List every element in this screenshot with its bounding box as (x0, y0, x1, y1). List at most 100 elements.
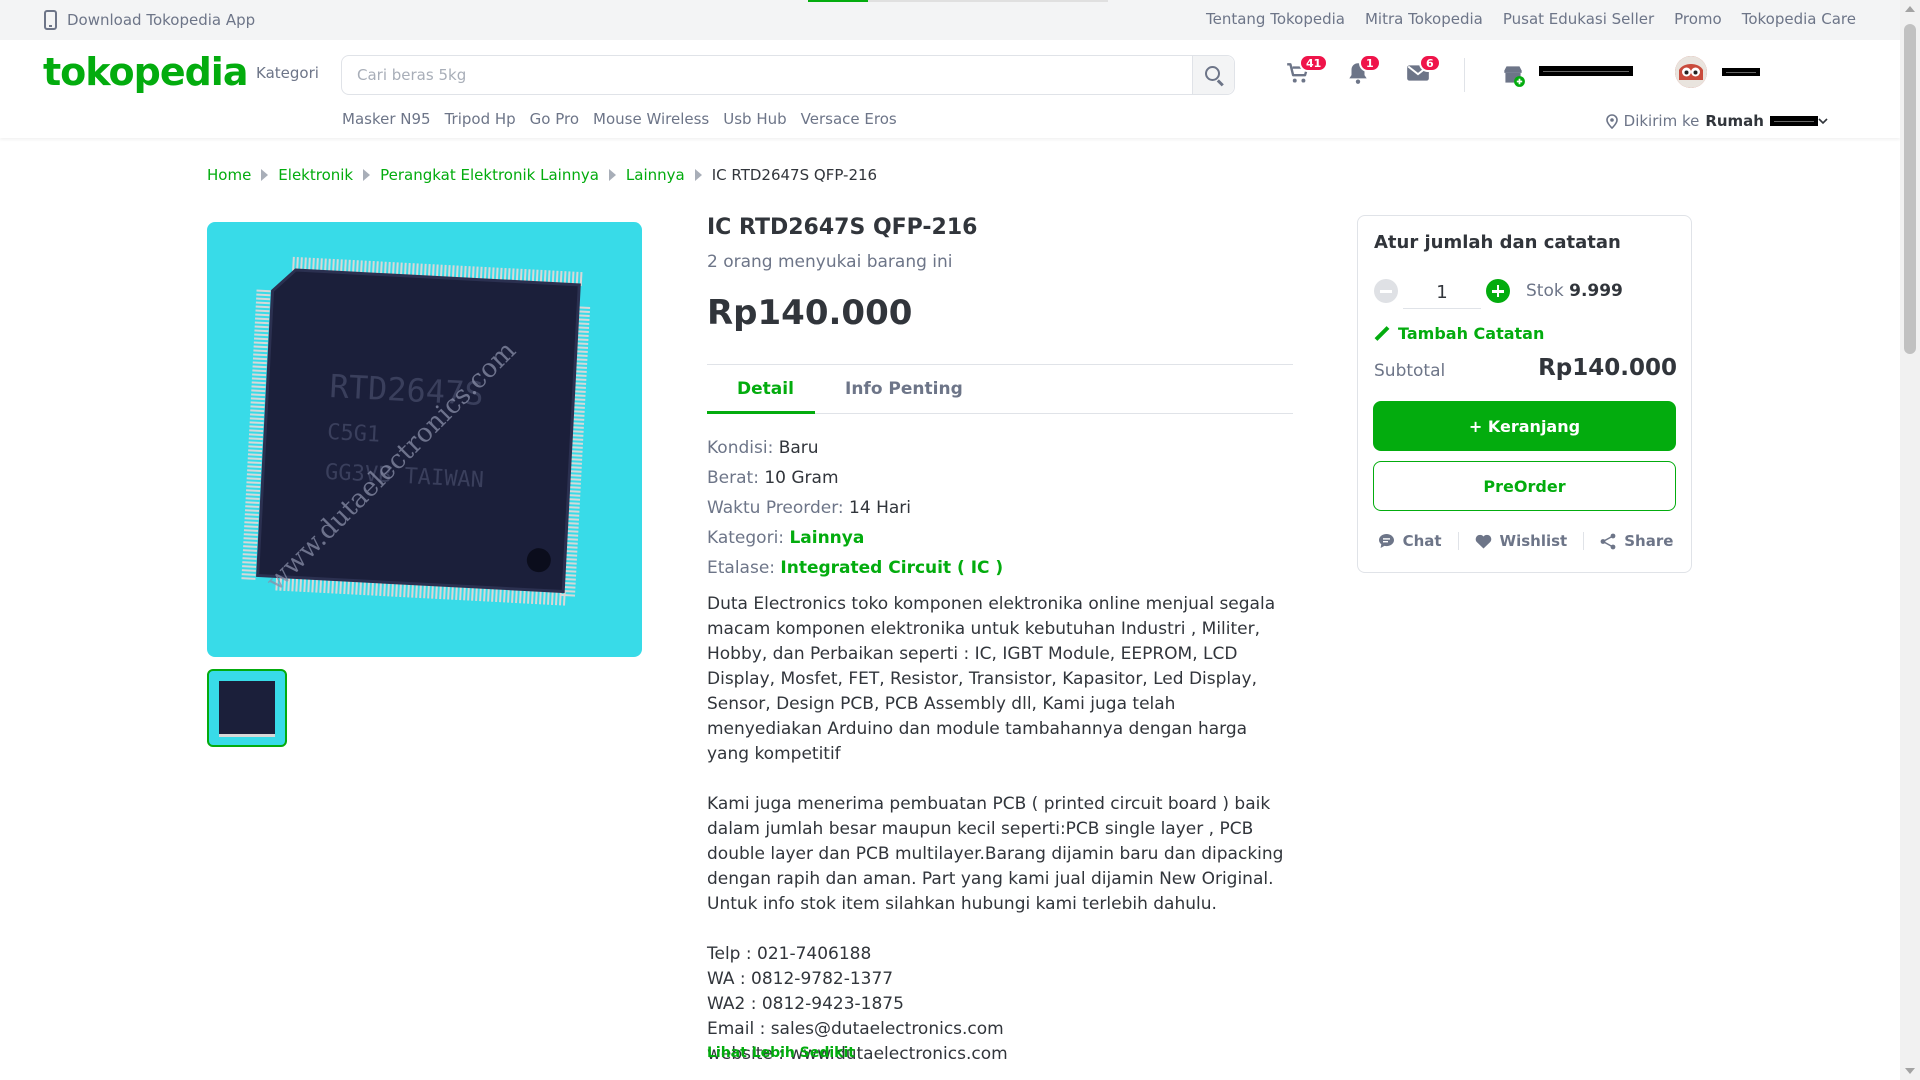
dikirim-label: Dikirim ke (1623, 112, 1700, 130)
preorder-button[interactable]: PreOrder (1373, 461, 1676, 511)
contact-wa: WA : 0812-9782-1377 (707, 969, 894, 989)
link-tentang[interactable]: Tentang Tokopedia (1206, 10, 1345, 28)
inbox-button[interactable]: 6 (1405, 54, 1441, 90)
avatar-image (1675, 56, 1707, 88)
wishlist-button[interactable]: Wishlist (1459, 532, 1584, 550)
download-app-label: Download Tokopedia App (67, 11, 256, 29)
link-care[interactable]: Tokopedia Care (1742, 10, 1856, 28)
suggestion-item[interactable]: Mouse Wireless (593, 110, 709, 128)
link-mitra[interactable]: Mitra Tokopedia (1365, 10, 1483, 28)
breadcrumb-perangkat[interactable]: Perangkat Elektronik Lainnya (380, 166, 599, 184)
wishlist-label: Wishlist (1499, 532, 1568, 550)
breadcrumb-separator-icon (261, 169, 269, 181)
card-title: Atur jumlah dan catatan (1374, 232, 1621, 253)
stock-info: Stok 9.999 (1526, 281, 1623, 301)
page-scrollbar[interactable] (1900, 0, 1920, 1080)
show-less-link[interactable]: Lihat Lebih Sedikit (707, 1045, 855, 1061)
shipping-address-selector[interactable]: Dikirim ke Rumah (1605, 112, 1828, 130)
suggestion-item[interactable]: Go Pro (530, 110, 579, 128)
contact-email: Email : sales@dutaelectronics.com (707, 1019, 1004, 1039)
kategori-link[interactable]: Lainnya (789, 528, 864, 548)
spec-kondisi: Kondisi: Baru (707, 438, 819, 458)
scrollbar-thumb[interactable] (1904, 24, 1916, 354)
contact-telp: Telp : 021-7406188 (707, 944, 872, 964)
tokopedia-logo[interactable]: tokopedia (43, 50, 248, 94)
suggestion-item[interactable]: Masker N95 (342, 110, 431, 128)
description-paragraph-2: Kami juga menerima pembuatan PCB ( print… (707, 794, 1284, 914)
redacted-address (1770, 116, 1818, 126)
add-note-button[interactable]: Tambah Catatan (1374, 324, 1544, 343)
heart-icon (1475, 534, 1491, 548)
redacted-user-name (1722, 68, 1760, 76)
chat-button[interactable]: Chat (1362, 532, 1458, 550)
add-note-label: Tambah Catatan (1398, 324, 1545, 343)
subtotal-label: Subtotal (1374, 361, 1446, 381)
suggestion-item[interactable]: Usb Hub (723, 110, 786, 128)
tab-info-penting[interactable]: Info Penting (845, 379, 963, 399)
product-thumbnail[interactable] (207, 669, 287, 747)
quantity-stepper: 1 Stok 9.999 (1374, 273, 1623, 309)
top-links: Tentang Tokopedia Mitra Tokopedia Pusat … (1206, 10, 1856, 28)
contact-wa2: WA2 : 0812-9423-1875 (707, 994, 904, 1014)
purchase-card: Atur jumlah dan catatan 1 Stok 9.999 Tam… (1357, 215, 1692, 573)
cart-button[interactable]: 41 (1285, 54, 1329, 90)
main-header: tokopedia Kategori Masker N95 Tripod Hp … (0, 40, 1900, 138)
product-main-image[interactable]: RTD2647S C5G1 GG3VB TAIWAN www.dutaelect… (207, 222, 642, 657)
suggestion-item[interactable]: Versace Eros (801, 110, 897, 128)
breadcrumb-separator-icon (694, 169, 702, 181)
search-icon (1205, 66, 1220, 81)
svg-text:C5G1: C5G1 (327, 420, 381, 448)
user-avatar[interactable] (1675, 56, 1707, 88)
shop-button[interactable] (1500, 62, 1525, 87)
active-tab-indicator (707, 411, 815, 414)
breadcrumb-elektronik[interactable]: Elektronik (278, 166, 353, 184)
tab-detail[interactable]: Detail (737, 379, 794, 399)
location-pin-icon (1605, 113, 1618, 129)
dikirim-place: Rumah (1705, 112, 1764, 130)
chevron-down-icon (1818, 118, 1828, 125)
shop-icon (1504, 66, 1525, 87)
phone-icon (44, 10, 57, 30)
top-info-bar: Download Tokopedia App Tentang Tokopedia… (0, 0, 1900, 40)
notification-button[interactable]: 1 (1345, 54, 1381, 90)
share-icon (1600, 533, 1616, 549)
quantity-input[interactable]: 1 (1403, 273, 1481, 309)
download-app-link[interactable]: Download Tokopedia App (44, 10, 255, 30)
scroll-down-icon[interactable] (1905, 1068, 1915, 1074)
share-label: Share (1624, 532, 1674, 550)
notification-count-badge: 1 (1359, 54, 1381, 72)
product-specs: Kondisi: Baru Berat: 10 Gram Waktu Preor… (707, 433, 1003, 583)
search-suggestions: Masker N95 Tripod Hp Go Pro Mouse Wirele… (342, 110, 897, 128)
ic-chip-image: RTD2647S C5G1 GG3VB TAIWAN www.dutaelect… (241, 256, 591, 606)
thumbnail-image (219, 681, 275, 737)
chat-icon (1378, 534, 1394, 548)
breadcrumb-lainnya[interactable]: Lainnya (626, 166, 685, 184)
link-edukasi-seller[interactable]: Pusat Edukasi Seller (1503, 10, 1654, 28)
spec-kategori: Kategori: Lainnya (707, 528, 865, 548)
breadcrumb-separator-icon (363, 169, 371, 181)
add-to-cart-button[interactable]: + Keranjang (1373, 401, 1676, 451)
loading-progress-bar (808, 0, 1108, 2)
subtotal-value: Rp140.000 (1538, 355, 1677, 381)
product-price: Rp140.000 (707, 293, 913, 333)
spec-etalase: Etalase: Integrated Circuit ( IC ) (707, 558, 1004, 578)
decrease-quantity-button[interactable] (1374, 279, 1398, 303)
search-bar (341, 55, 1235, 95)
product-tabs: Detail Info Penting (707, 364, 1293, 414)
breadcrumb: Home Elektronik Perangkat Elektronik Lai… (207, 166, 877, 184)
link-promo[interactable]: Promo (1674, 10, 1722, 28)
scroll-up-icon[interactable] (1905, 6, 1915, 12)
share-button[interactable]: Share (1584, 532, 1689, 550)
cart-count-badge: 41 (1299, 54, 1329, 72)
breadcrumb-current: IC RTD2647S QFP-216 (711, 166, 878, 184)
kategori-menu[interactable]: Kategori (256, 64, 319, 82)
suggestion-item[interactable]: Tripod Hp (445, 110, 516, 128)
spec-preorder: Waktu Preorder: 14 Hari (707, 498, 911, 518)
search-button[interactable] (1192, 56, 1234, 94)
etalase-link[interactable]: Integrated Circuit ( IC ) (780, 558, 1003, 578)
search-input[interactable] (342, 56, 1192, 94)
header-divider (1464, 58, 1465, 92)
spec-berat: Berat: 10 Gram (707, 468, 839, 488)
increase-quantity-button[interactable] (1486, 279, 1510, 303)
breadcrumb-home[interactable]: Home (207, 166, 251, 184)
